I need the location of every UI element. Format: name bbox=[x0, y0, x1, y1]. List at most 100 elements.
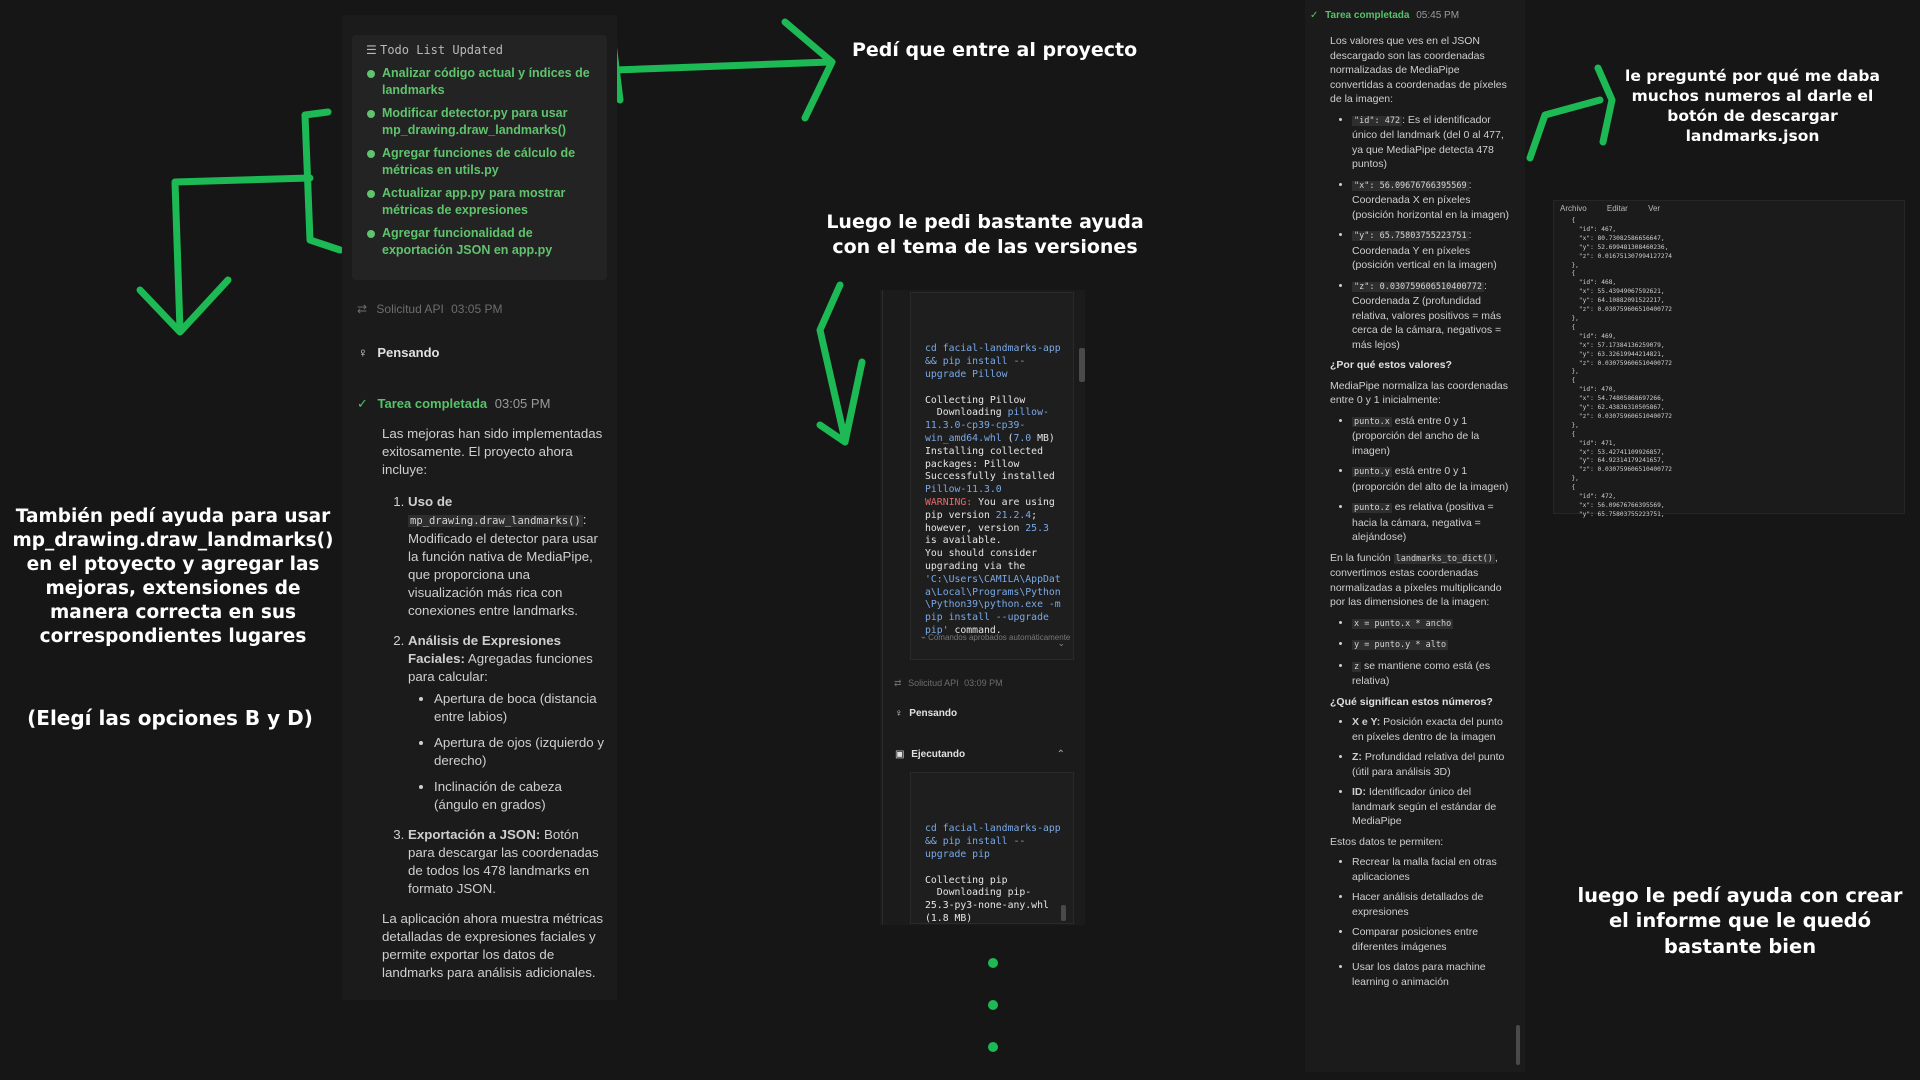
list-item: "id": 472: Es el identificador único del… bbox=[1352, 113, 1512, 172]
task-complete-row: ✓ Tarea completada 03:05 PM bbox=[357, 396, 550, 412]
inline-code: "z": 0.030759606510400772 bbox=[1352, 281, 1484, 292]
item-text: Profundidad relativa del punto (útil par… bbox=[1352, 751, 1505, 778]
item-title: Exportación a JSON: bbox=[408, 827, 541, 842]
list-item: x = punto.x * ancho bbox=[1352, 616, 1512, 632]
colon: : bbox=[582, 512, 587, 527]
inline-code: z bbox=[1352, 661, 1362, 672]
scrollbar[interactable] bbox=[1079, 348, 1085, 382]
ellipsis-dot bbox=[988, 958, 998, 968]
list-item: punto.z es relativa (positiva = hacia la… bbox=[1352, 500, 1512, 545]
thinking-row-2[interactable]: ♀ Pensando bbox=[895, 708, 957, 719]
item-title: ID: bbox=[1352, 786, 1366, 798]
annotation-json-question: le pregunté por qué me daba muchos numer… bbox=[1625, 67, 1880, 146]
terminal-icon: ⌁ bbox=[921, 633, 926, 642]
todo-item: Agregar funcionalidad de exportación JSO… bbox=[366, 225, 602, 259]
lightbulb-icon: ♀ bbox=[895, 708, 903, 719]
paragraph: En la función landmarks_to_dict(), conve… bbox=[1330, 551, 1512, 610]
thinking-label: Pensando bbox=[909, 708, 958, 719]
paragraph: Estos datos te permiten: bbox=[1330, 835, 1444, 848]
task-complete-label: Tarea completada bbox=[377, 396, 488, 411]
inline-code: punto.z bbox=[1352, 503, 1392, 513]
list-item: "x": 56.09676766395569: Coordenada X en … bbox=[1352, 178, 1512, 223]
todo-header-label: Todo List Updated bbox=[380, 43, 503, 57]
list-item: Hacer análisis detallados de expresiones bbox=[1352, 890, 1512, 919]
sub-item: Inclinación de cabeza (ángulo en grados) bbox=[434, 778, 607, 814]
inline-code: x = punto.x * ancho bbox=[1352, 618, 1454, 629]
annotation-options: (Elegí las opciones B y D) bbox=[27, 706, 313, 730]
list-item: punto.x está entre 0 y 1 (proporción del… bbox=[1352, 414, 1512, 459]
lightbulb-icon: ♀ bbox=[358, 345, 368, 360]
api-request-row: ⇄ Solicitud API 03:05 PM bbox=[357, 302, 503, 316]
inline-code: "y": 65.75803755223751 bbox=[1352, 231, 1469, 241]
list-item: Comparar posiciones entre diferentes imá… bbox=[1352, 925, 1512, 954]
item-title: Uso de bbox=[408, 494, 453, 509]
terminal-output-text: Collecting pip Downloading pip- 25.3-py3… bbox=[925, 874, 1049, 924]
annotation-enter-project: Pedí que entre al proyecto bbox=[852, 39, 1138, 61]
section-heading: ¿Qué significan estos números? bbox=[1330, 695, 1493, 708]
annotation-draw-landmarks: También pedí ayuda para usar mp_drawing.… bbox=[12, 506, 334, 648]
list-item: "y": 65.75803755223751: Coordenada Y en … bbox=[1352, 228, 1512, 273]
scrollbar[interactable] bbox=[1516, 1025, 1520, 1065]
task-complete-label: Tarea completada bbox=[1325, 10, 1410, 21]
list-item: y = punto.y * alto bbox=[1352, 637, 1512, 653]
item-title: Z: bbox=[1352, 751, 1362, 763]
api-request-label: Solicitud API bbox=[908, 678, 959, 688]
sub-item: Apertura de ojos (izquierdo y derecho) bbox=[434, 734, 607, 770]
list-item: z se mantiene como está (es relativa) bbox=[1352, 659, 1512, 689]
json-viewer: Archivo Editar Ver { "id": 467, "x": 80.… bbox=[1553, 200, 1905, 518]
task-complete-time: 03:05 PM bbox=[494, 396, 551, 411]
api-request-time: 03:05 PM bbox=[451, 302, 503, 316]
thinking-row[interactable]: ♀ Pensando bbox=[358, 345, 440, 360]
todo-item: Actualizar app.py para mostrar métricas … bbox=[366, 185, 602, 219]
list-item: Análisis de Expresiones Faciales: Agrega… bbox=[408, 632, 607, 814]
check-icon: ✓ bbox=[1310, 10, 1319, 21]
inline-code: y = punto.y * alto bbox=[1352, 640, 1449, 650]
api-request-row-2: ⇄ Solicitud API 03:09 PM bbox=[894, 678, 1003, 689]
thinking-label: Pensando bbox=[377, 345, 440, 360]
scrollbar[interactable] bbox=[1061, 905, 1066, 921]
summary-outro: La aplicación ahora muestra métricas det… bbox=[382, 911, 603, 980]
item-text: Modificado el detector para usar la func… bbox=[408, 531, 598, 618]
list-item: Uso de mp_drawing.draw_landmarks(): Modi… bbox=[408, 493, 607, 620]
inline-code: landmarks_to_dict() bbox=[1393, 553, 1495, 564]
api-request-time: 03:09 PM bbox=[964, 678, 1003, 688]
swap-icon: ⇄ bbox=[894, 678, 902, 688]
list-item: punto.y está entre 0 y 1 (proporción del… bbox=[1352, 464, 1512, 494]
list-item: "z": 0.030759606510400772: Coordenada Z … bbox=[1352, 279, 1512, 353]
middle-panel-border bbox=[882, 290, 883, 925]
inline-code: "id": 472 bbox=[1352, 115, 1403, 126]
task-complete-row-2: ✓ Tarea completada 05:45 PM bbox=[1310, 10, 1459, 21]
json-explanation: Los valores que ves en el JSON descargad… bbox=[1330, 34, 1512, 995]
executing-row[interactable]: ▣ Ejecutando ⌃ bbox=[895, 749, 1065, 760]
api-request-label: Solicitud API bbox=[376, 302, 444, 316]
paragraph: Los valores que ves en el JSON descargad… bbox=[1330, 35, 1507, 105]
todo-list-card: ☰ Todo List Updated Analizar código actu… bbox=[352, 35, 607, 280]
text: En la función bbox=[1330, 551, 1394, 564]
chevron-up-icon[interactable]: ⌃ bbox=[1057, 749, 1065, 760]
swap-icon: ⇄ bbox=[357, 302, 368, 316]
check-icon: ✓ bbox=[357, 396, 368, 411]
list-item: Usar los datos para machine learning o a… bbox=[1352, 960, 1512, 989]
annotation-versions: Luego le pedi bastante ayuda con el tema… bbox=[826, 211, 1144, 258]
summary-intro: Las mejoras han sido implementadas exito… bbox=[382, 426, 603, 477]
list-item: Z: Profundidad relativa del punto (útil … bbox=[1352, 750, 1512, 779]
sub-item: Apertura de boca (distancia entre labios… bbox=[434, 690, 607, 726]
item-text: se mantiene como está (es relativa) bbox=[1352, 659, 1491, 688]
terminal-command: cd facial-landmarks-app && pip install -… bbox=[925, 823, 1061, 860]
inline-code: punto.x bbox=[1352, 416, 1392, 427]
todo-item: Analizar código actual y índices de land… bbox=[366, 65, 602, 99]
paragraph: MediaPipe normaliza las coordenadas entr… bbox=[1330, 379, 1509, 407]
menu-edit[interactable]: Editar bbox=[1607, 204, 1628, 213]
terminal-command: cd facial-landmarks-app && pip install -… bbox=[925, 343, 1061, 380]
terminal-output-2: cd facial-landmarks-app && pip install -… bbox=[910, 772, 1074, 924]
task-complete-time: 05:45 PM bbox=[1416, 10, 1460, 21]
menu-file[interactable]: Archivo bbox=[1560, 204, 1587, 213]
todo-item: Modificar detector.py para usar mp_drawi… bbox=[366, 105, 602, 139]
menu-view[interactable]: Ver bbox=[1648, 204, 1660, 213]
list-icon: ☰ bbox=[366, 43, 377, 57]
approved-row: ⌁ Comandos aprobados automáticamente bbox=[921, 633, 1071, 643]
json-content: { "id": 467, "x": 80.73082586656647, "y"… bbox=[1571, 217, 1673, 518]
chevron-down-icon[interactable]: ⌄ bbox=[1057, 637, 1065, 650]
inline-code: punto.y bbox=[1352, 467, 1392, 477]
list-item: ID: Identificador único del landmark seg… bbox=[1352, 785, 1512, 829]
